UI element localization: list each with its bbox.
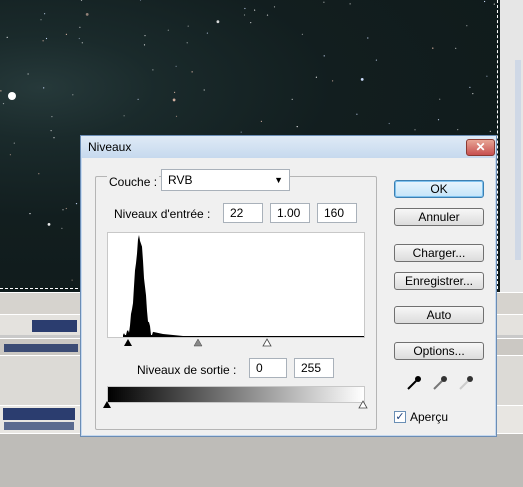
histogram-graph [108, 235, 364, 337]
input-gamma-slider[interactable] [193, 338, 203, 347]
output-levels-label: Niveaux de sortie : [137, 363, 237, 377]
save-button[interactable]: Enregistrer... [394, 272, 484, 290]
close-icon: ✕ [475, 140, 486, 154]
cancel-button[interactable]: Annuler [394, 208, 484, 226]
output-slider-track [103, 400, 368, 409]
thumbnail [32, 320, 77, 332]
input-black-field[interactable]: 22 [223, 203, 263, 223]
input-gamma-field[interactable]: 1.00 [270, 203, 310, 223]
title-bar[interactable]: Niveaux ✕ [81, 136, 496, 158]
input-white-field[interactable]: 160 [317, 203, 357, 223]
output-black-slider[interactable] [103, 401, 111, 408]
thumbnail [4, 344, 78, 352]
load-button[interactable]: Charger... [394, 244, 484, 262]
options-button[interactable]: Options... [394, 342, 484, 360]
preview-checkbox[interactable]: ✓ [394, 411, 406, 423]
side-panel-scroll [515, 60, 521, 260]
white-eyedropper-icon[interactable] [457, 374, 475, 392]
checkmark-icon: ✓ [395, 411, 405, 423]
histogram-shape [108, 235, 364, 337]
output-white-field[interactable]: 255 [294, 358, 334, 378]
channel-select[interactable]: RVB ▼ [161, 169, 290, 191]
black-eyedropper-icon[interactable] [405, 374, 423, 392]
ok-button[interactable]: OK [394, 180, 484, 198]
input-black-slider[interactable] [124, 339, 132, 346]
chevron-down-icon: ▼ [274, 175, 283, 185]
thumbnail [3, 408, 75, 420]
levels-dialog: Niveaux ✕ Couche : RVB ▼ Niveaux d'entré… [80, 135, 497, 437]
close-button[interactable]: ✕ [466, 139, 495, 156]
thumbnail [4, 422, 74, 430]
output-white-slider[interactable] [358, 400, 368, 409]
histogram [107, 232, 365, 338]
channel-label: Couche : [107, 175, 160, 189]
dialog-title: Niveaux [88, 140, 132, 154]
gray-eyedropper-icon[interactable] [431, 374, 449, 392]
channel-value: RVB [168, 173, 193, 187]
input-levels-label: Niveaux d'entrée : [114, 207, 211, 221]
input-white-slider[interactable] [262, 338, 272, 347]
preview-label[interactable]: Aperçu [410, 410, 448, 424]
auto-button[interactable]: Auto [394, 306, 484, 324]
taskbar-strip-6 [0, 433, 523, 487]
input-slider-track [124, 338, 272, 347]
output-black-field[interactable]: 0 [249, 358, 287, 378]
